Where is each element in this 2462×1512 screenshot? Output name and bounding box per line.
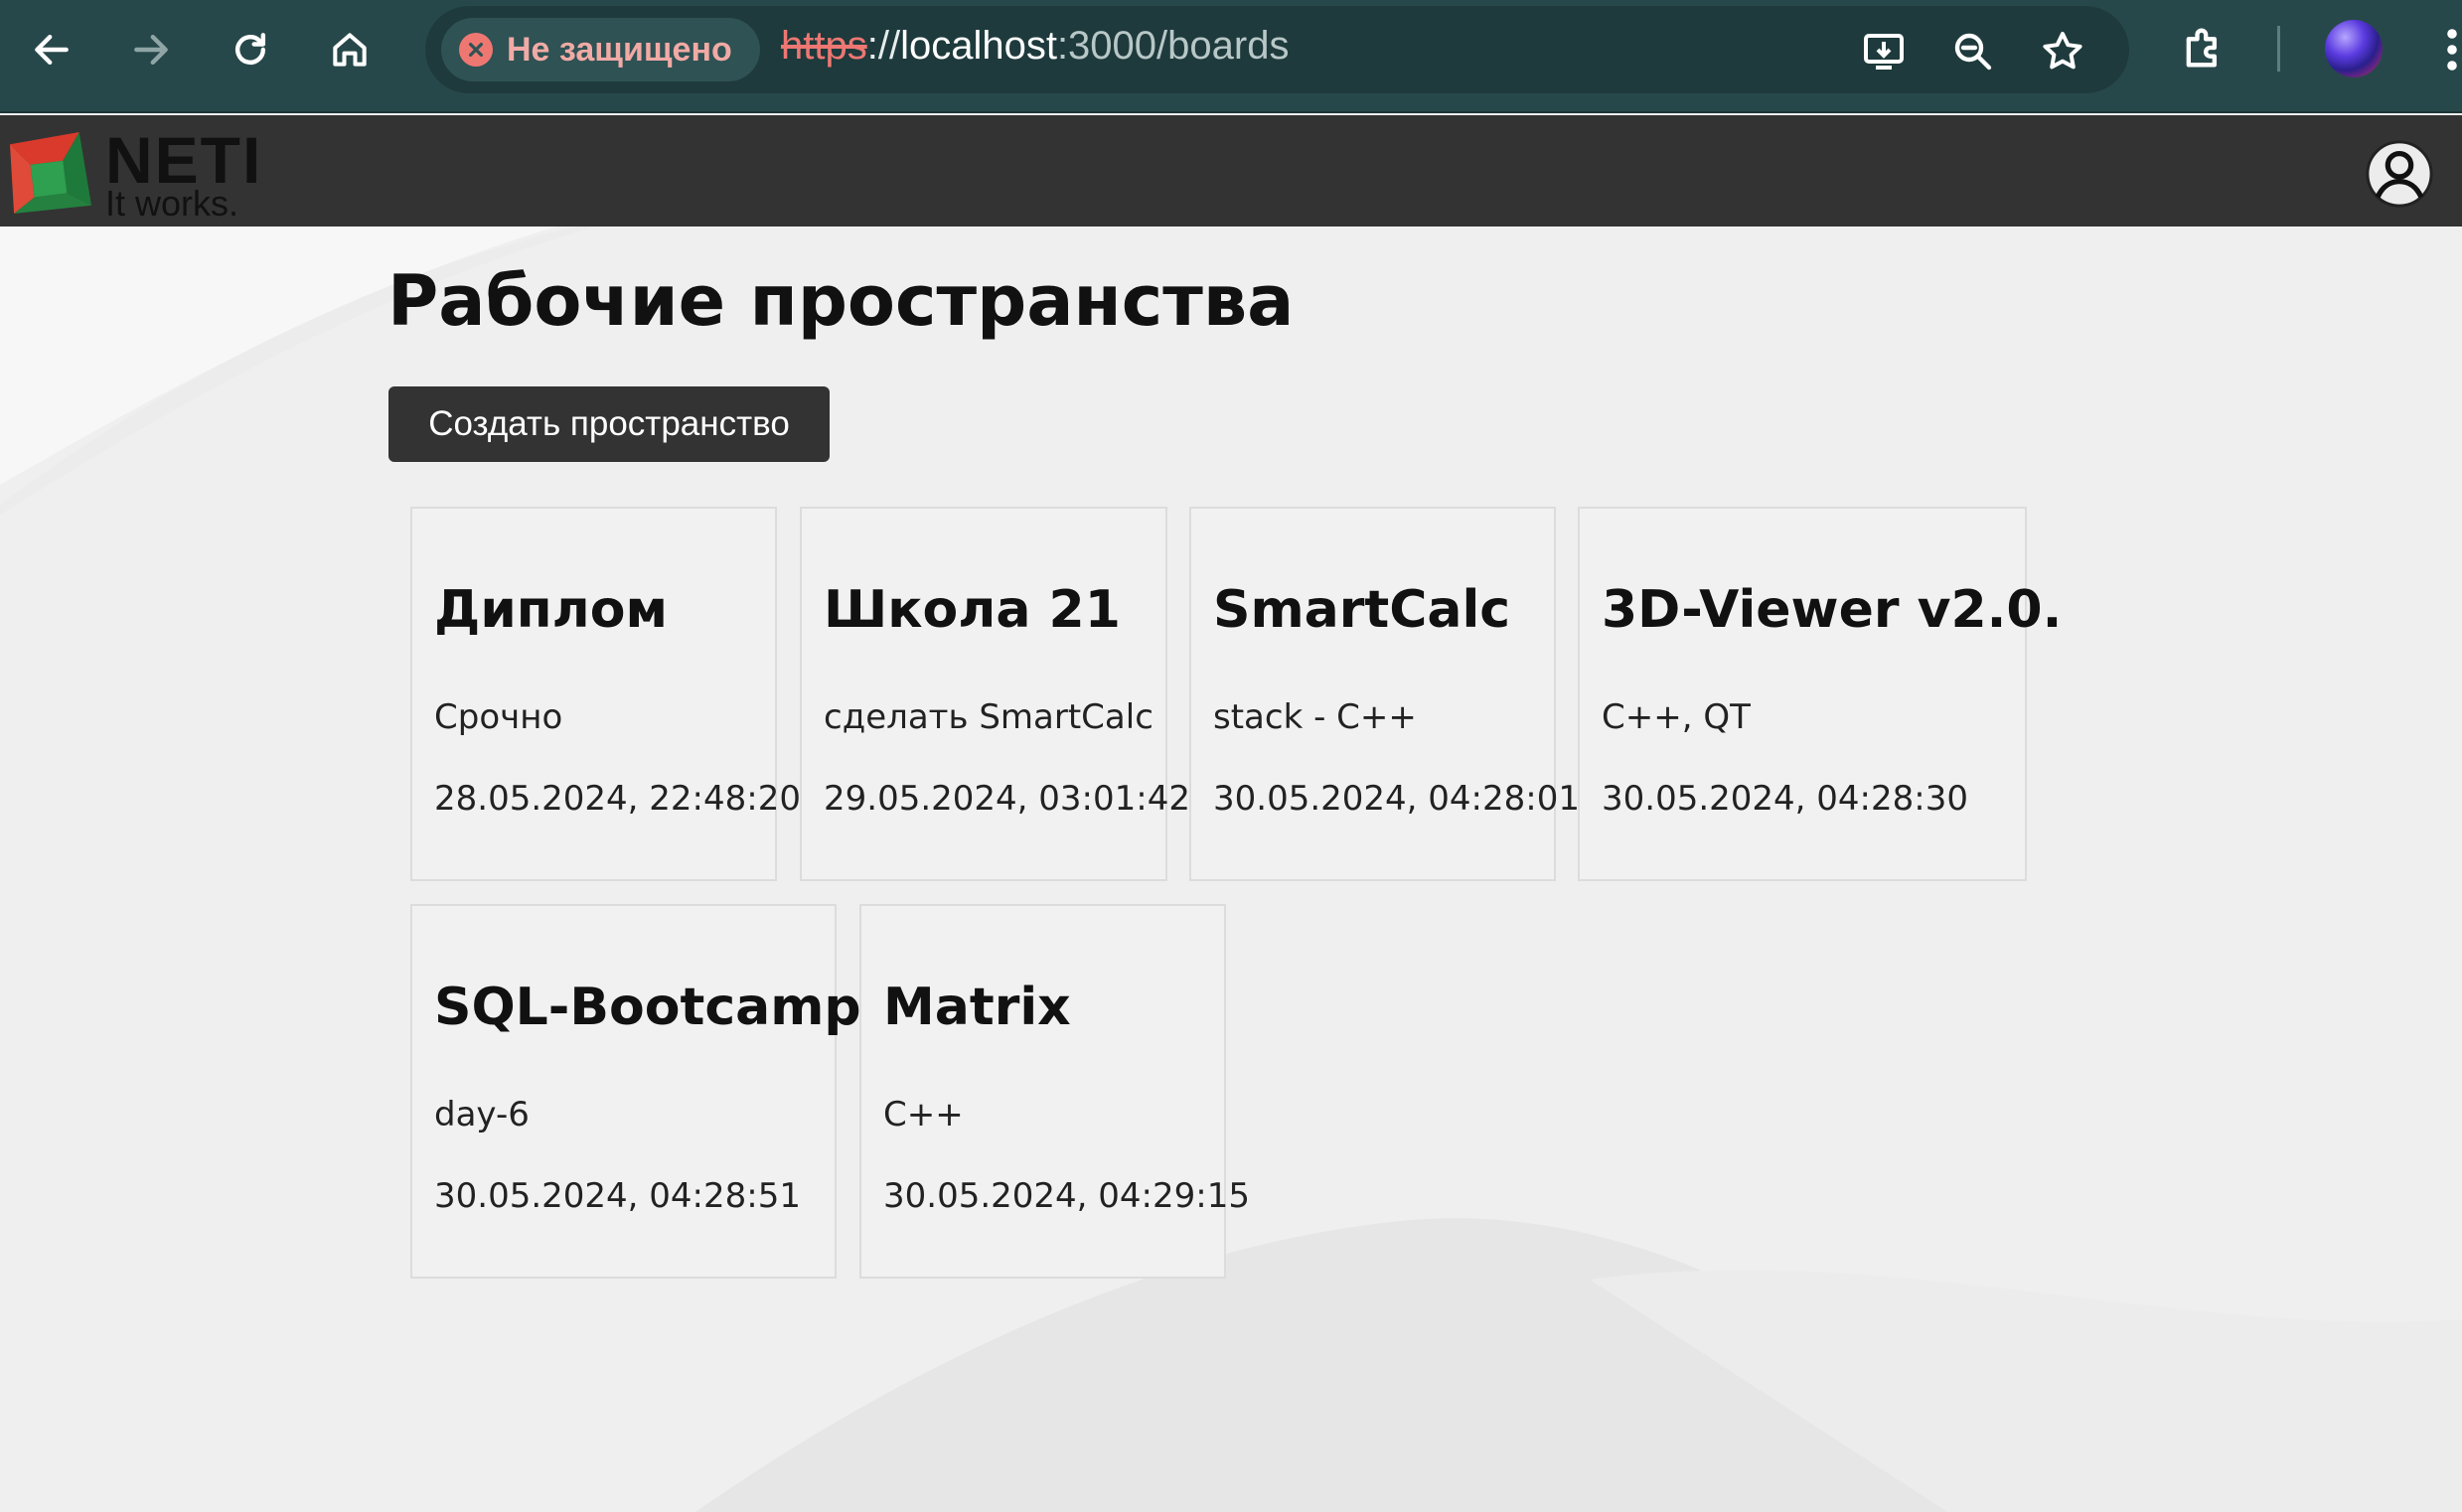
profile-icon[interactable] (2325, 20, 2383, 77)
reload-button[interactable] (223, 22, 278, 77)
security-indicator[interactable]: Не защищено (441, 18, 760, 81)
board-date: 30.05.2024, 04:28:51 (434, 1176, 801, 1216)
app-header: NETI It works. (0, 115, 2462, 227)
reload-icon (234, 33, 266, 66)
board-card[interactable]: Диплом Срочно 28.05.2024, 22:48:20 (410, 507, 801, 881)
board-description: C++ (883, 1095, 964, 1134)
board-date: 30.05.2024, 04:28:01 (1213, 779, 1580, 819)
url-separator: :// (866, 24, 901, 68)
browser-toolbar: Не защищено https://localhost:3000/board… (0, 0, 2462, 113)
zoom-icon[interactable] (1949, 28, 1997, 76)
board-description: C++, QT (1602, 697, 1751, 737)
board-date: 30.05.2024, 04:29:15 (883, 1176, 1250, 1216)
page-title: Рабочие пространства (387, 260, 1295, 342)
board-card[interactable]: 3D-Viewer v2.0. C++, QT 30.05.2024, 04:2… (1578, 507, 2062, 881)
board-title: Диплом (434, 580, 668, 640)
install-app-icon[interactable] (1860, 28, 1908, 76)
board-description: Срочно (434, 697, 563, 737)
board-title: 3D-Viewer v2.0. (1602, 580, 2063, 640)
board-card[interactable]: SmartCalc stack - C++ 30.05.2024, 04:28:… (1189, 507, 1580, 881)
board-card[interactable]: Школа 21 сделать SmartCalc 29.05.2024, 0… (800, 507, 1190, 881)
extensions-icon[interactable] (2178, 22, 2230, 74)
security-label: Не защищено (507, 30, 732, 69)
url-scheme: https (781, 24, 867, 68)
board-description: stack - C++ (1213, 697, 1417, 737)
logo-name: NETI (105, 123, 263, 197)
address-bar[interactable]: Не защищено https://localhost:3000/board… (425, 6, 2129, 93)
logo-mark-icon (10, 132, 91, 214)
home-button[interactable] (322, 22, 378, 77)
board-date: 28.05.2024, 22:48:20 (434, 779, 801, 819)
back-button[interactable] (24, 22, 79, 77)
forward-icon (134, 34, 168, 66)
board-description: сделать SmartCalc (824, 697, 1154, 737)
insecure-icon (459, 33, 493, 67)
board-description: day-6 (434, 1095, 530, 1134)
forward-button[interactable] (123, 22, 179, 77)
board-card[interactable]: Matrix C++ 30.05.2024, 04:29:15 (859, 904, 1250, 1279)
board-date: 29.05.2024, 03:01:42 (824, 779, 1190, 819)
logo-tagline: It works. (105, 183, 239, 224)
board-card[interactable]: SQL-Bootcamp day-6 30.05.2024, 04:28:51 (410, 904, 861, 1279)
neti-logo[interactable]: NETI It works. (10, 123, 263, 222)
url-text[interactable]: https://localhost:3000/boards (781, 24, 1289, 69)
board-title: SmartCalc (1213, 580, 1511, 640)
board-date: 30.05.2024, 04:28:30 (1602, 779, 1968, 819)
board-title: Школа 21 (824, 580, 1121, 640)
url-host: localhost (900, 24, 1057, 68)
board-title: Matrix (883, 978, 1071, 1037)
create-workspace-button[interactable]: Создать пространство (388, 386, 830, 462)
back-icon (35, 34, 69, 66)
board-title: SQL-Bootcamp (434, 978, 861, 1037)
user-avatar-icon[interactable] (2365, 139, 2434, 209)
toolbar-divider (2277, 26, 2280, 72)
bookmark-star-icon[interactable] (2039, 28, 2086, 76)
home-icon (333, 33, 367, 67)
url-path: :3000/boards (1056, 24, 1290, 68)
menu-icon[interactable] (2442, 26, 2462, 74)
